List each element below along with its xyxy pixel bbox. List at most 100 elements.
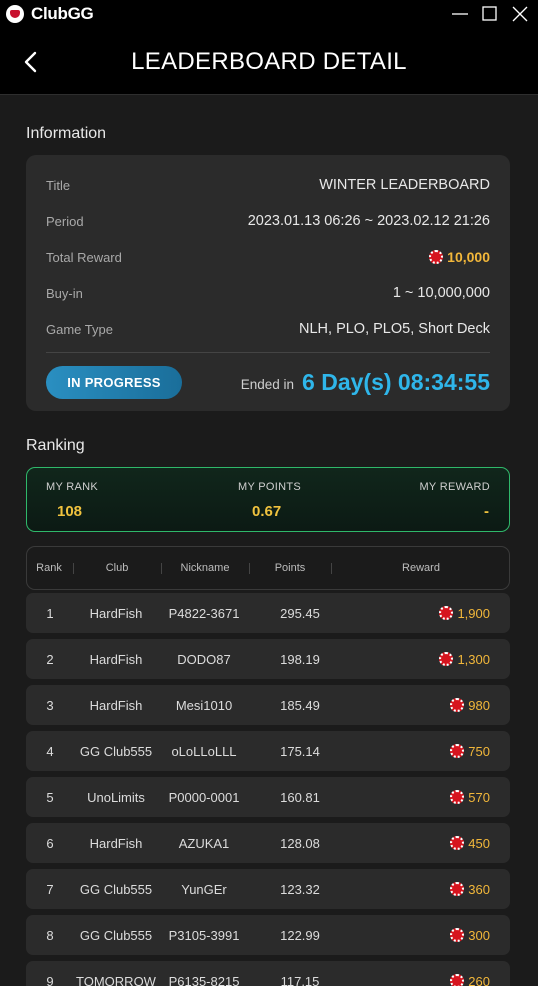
reward-amount: 570: [468, 789, 490, 805]
table-row[interactable]: 2 HardFish DODO87 198.19 1,300: [26, 639, 510, 679]
club-cell: HardFish: [89, 835, 143, 851]
my-points-label: MY POINTS: [238, 481, 302, 493]
chip-icon: [450, 928, 465, 942]
clubgg-logo-icon: [6, 5, 24, 23]
table-row[interactable]: 5 UnoLimits P0000-0001 160.81 570: [26, 777, 510, 817]
close-icon[interactable]: [509, 3, 531, 25]
column-header-points: Points: [274, 562, 306, 574]
column-header-rank: Rank: [36, 562, 62, 574]
info-label: Title: [46, 177, 71, 193]
countdown-group: Ended in 6 Day(s) 08:34:55: [241, 366, 490, 399]
rank-cell: 1: [46, 605, 54, 621]
my-points-value: 0.67: [252, 503, 282, 520]
nickname-cell: P6135-8215: [168, 973, 240, 986]
table-row[interactable]: 8 GG Club555 P3105-3991 122.99 300: [26, 915, 510, 955]
rank-cell: 8: [46, 927, 54, 943]
reward-cell: 1,900: [439, 593, 490, 633]
rank-cell: 2: [46, 651, 54, 667]
table-row[interactable]: 7 GG Club555 YunGEr 123.32 360: [26, 869, 510, 909]
my-reward-value: -: [484, 503, 489, 520]
chip-icon: [450, 698, 465, 712]
my-ranking-card: MY RANK 108 MY POINTS 0.67 MY REWARD -: [26, 467, 510, 532]
reward-cell: 360: [450, 869, 490, 909]
nickname-cell: YunGEr: [181, 881, 227, 897]
chip-icon: [450, 744, 465, 758]
reward-cell: 570: [450, 777, 490, 817]
total-reward-value: 10,000: [429, 249, 490, 265]
reward-amount: 260: [468, 973, 490, 986]
maximize-icon[interactable]: [479, 3, 501, 25]
reward-cell: 300: [450, 915, 490, 955]
nickname-cell: P4822-3671: [168, 605, 240, 621]
ranking-table-header: Rank Club Nickname Points Reward: [26, 546, 510, 590]
points-cell: 122.99: [280, 927, 320, 943]
page-header: LEADERBOARD DETAIL: [0, 28, 538, 95]
points-cell: 295.45: [280, 605, 320, 621]
app-name: ClubGG: [31, 4, 94, 23]
total-reward-amount: 10,000: [447, 249, 490, 265]
my-rank-label: MY RANK: [46, 481, 99, 493]
column-header-nickname: Nickname: [180, 562, 230, 574]
points-cell: 160.81: [280, 789, 320, 805]
chip-icon: [450, 836, 465, 850]
club-cell: TOMORROW: [76, 973, 156, 986]
rank-cell: 4: [46, 743, 54, 759]
reward-cell: 1,300: [439, 639, 490, 679]
points-cell: 128.08: [280, 835, 320, 851]
info-value: NLH, PLO, PLO5, Short Deck: [299, 321, 490, 337]
club-cell: HardFish: [89, 605, 143, 621]
table-row[interactable]: 1 HardFish P4822-3671 295.45 1,900: [26, 593, 510, 633]
info-label: Total Reward: [46, 249, 122, 265]
info-label: Game Type: [46, 321, 113, 337]
chip-icon: [450, 882, 465, 896]
rank-cell: 7: [46, 881, 54, 897]
reward-amount: 980: [468, 697, 490, 713]
app-logo: ClubGG: [6, 4, 94, 24]
info-row-buy-in: Buy-in 1 ~ 10,000,000: [46, 283, 490, 303]
info-label: Buy-in: [46, 285, 83, 301]
info-value: 2023.01.13 06:26 ~ 2023.02.12 21:26: [247, 213, 490, 229]
table-row[interactable]: 4 GG Club555 oLoLLoLLL 175.14 750: [26, 731, 510, 771]
nickname-cell: P3105-3991: [168, 927, 240, 943]
ended-in-label: Ended in: [240, 377, 295, 392]
nickname-cell: oLoLLoLLL: [171, 743, 237, 759]
table-row[interactable]: 3 HardFish Mesi1010 185.49 980: [26, 685, 510, 725]
window-titlebar: ClubGG: [0, 0, 538, 28]
nickname-cell: P0000-0001: [168, 789, 240, 805]
countdown-timer: 6 Day(s) 08:34:55: [302, 369, 490, 395]
reward-amount: 450: [468, 835, 490, 851]
divider: [46, 352, 490, 353]
column-header-club: Club: [105, 562, 129, 574]
minimize-icon[interactable]: [449, 3, 471, 25]
chip-icon: [450, 790, 465, 804]
points-cell: 185.49: [280, 697, 320, 713]
column-header-reward: Reward: [402, 562, 440, 574]
chip-icon: [439, 652, 454, 666]
info-row-game-type: Game Type NLH, PLO, PLO5, Short Deck: [46, 319, 490, 339]
info-value: WINTER LEADERBOARD: [319, 177, 490, 193]
reward-cell: 260: [450, 961, 490, 986]
club-cell: UnoLimits: [87, 789, 145, 805]
table-row[interactable]: 6 HardFish AZUKA1 128.08 450: [26, 823, 510, 863]
info-row-title: Title WINTER LEADERBOARD: [46, 175, 490, 195]
nickname-cell: DODO87: [177, 651, 231, 667]
chip-icon: [429, 250, 444, 264]
reward-cell: 980: [450, 685, 490, 725]
club-cell: GG Club555: [79, 927, 153, 943]
points-cell: 117.15: [280, 973, 320, 986]
table-row[interactable]: 9 TOMORROW P6135-8215 117.15 260: [26, 961, 510, 986]
nickname-cell: Mesi1010: [175, 697, 233, 713]
points-cell: 175.14: [280, 743, 320, 759]
club-cell: HardFish: [89, 651, 143, 667]
rank-cell: 5: [46, 789, 54, 805]
info-row-period: Period 2023.01.13 06:26 ~ 2023.02.12 21:…: [46, 211, 490, 231]
my-rank-value: 108: [57, 503, 83, 520]
in-progress-button[interactable]: IN PROGRESS: [46, 366, 182, 399]
points-cell: 198.19: [280, 651, 320, 667]
reward-amount: 750: [468, 743, 490, 759]
club-cell: GG Club555: [79, 743, 153, 759]
chip-icon: [439, 606, 454, 620]
club-cell: HardFish: [89, 697, 143, 713]
rank-cell: 3: [46, 697, 54, 713]
info-row-total-reward: Total Reward 10,000: [46, 247, 490, 267]
